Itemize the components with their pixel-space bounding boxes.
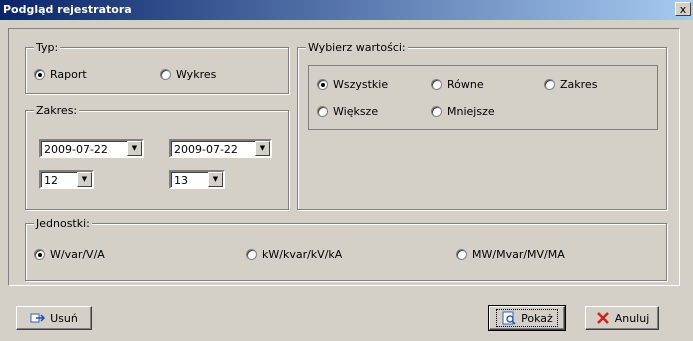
- radio-button[interactable]: [456, 249, 467, 260]
- radio-button[interactable]: [431, 79, 442, 90]
- radio-label: Wszystkie: [333, 78, 389, 91]
- radio-button[interactable]: [246, 249, 257, 260]
- arrow-icon: [30, 311, 46, 325]
- radio-label: Równe: [447, 78, 484, 91]
- chevron-down-icon[interactable]: ▼: [127, 141, 142, 156]
- radio-mniejsze[interactable]: Mniejsze: [431, 105, 495, 118]
- date-from-value: 2009-07-22: [44, 143, 108, 156]
- radio-label: Mniejsze: [447, 105, 495, 118]
- hour-to-value: 13: [174, 174, 188, 187]
- radio-label: Raport: [50, 68, 87, 81]
- chevron-down-icon[interactable]: ▼: [255, 141, 270, 156]
- radio-label: Większe: [333, 105, 379, 118]
- chevron-down-icon[interactable]: ▼: [208, 172, 223, 187]
- x-icon: [595, 311, 611, 325]
- radio-label: W/var/V/A: [50, 248, 105, 261]
- radio-zakres[interactable]: Zakres: [544, 78, 597, 91]
- chevron-down-icon[interactable]: ▼: [77, 172, 92, 187]
- date-to-value: 2009-07-22: [174, 143, 238, 156]
- radio-raport[interactable]: Raport: [34, 68, 87, 81]
- radio-label: kW/kvar/kV/kA: [262, 248, 343, 261]
- radio-button[interactable]: [34, 69, 45, 80]
- wybierz-inner: Wszystkie Równe Zakres Większe Mniejsze: [308, 65, 658, 130]
- cancel-button[interactable]: Anuluj: [585, 306, 659, 330]
- radio-kw[interactable]: kW/kvar/kV/kA: [246, 248, 342, 261]
- jednostki-group: Jednostki: W/var/V/A kW/kvar/kV/kA MW/Mv…: [25, 217, 667, 281]
- window-title: Podgląd rejestratora: [3, 3, 132, 16]
- cancel-label: Anuluj: [614, 311, 650, 325]
- radio-button[interactable]: [34, 249, 45, 260]
- radio-label: Zakres: [560, 78, 598, 91]
- radio-label: MW/Mvar/MV/MA: [472, 248, 565, 261]
- zakres-legend: Zakres:: [34, 104, 80, 117]
- radio-rowne[interactable]: Równe: [431, 78, 484, 91]
- show-button[interactable]: Pokaż: [488, 305, 566, 331]
- radio-mw[interactable]: MW/Mvar/MV/MA: [456, 248, 565, 261]
- radio-wykres[interactable]: Wykres: [160, 68, 216, 81]
- delete-button[interactable]: Usuń: [16, 306, 92, 330]
- delete-label: Usuń: [50, 311, 78, 325]
- date-from-combo[interactable]: 2009-07-22 ▼: [39, 139, 144, 158]
- close-button[interactable]: x: [675, 2, 691, 16]
- radio-label: Wykres: [176, 68, 217, 81]
- radio-button[interactable]: [431, 106, 442, 117]
- main-panel: Typ: Raport Wykres Zakres: 2009-07-22 ▼ …: [8, 28, 680, 286]
- radio-wszystkie[interactable]: Wszystkie: [317, 78, 388, 91]
- radio-wieksze[interactable]: Większe: [317, 105, 378, 118]
- typ-group: Typ: Raport Wykres: [25, 41, 289, 94]
- hour-from-combo[interactable]: 12 ▼: [39, 170, 94, 189]
- radio-button[interactable]: [317, 106, 328, 117]
- radio-button[interactable]: [544, 79, 555, 90]
- hour-from-value: 12: [44, 174, 58, 187]
- radio-button[interactable]: [317, 79, 328, 90]
- radio-button[interactable]: [160, 69, 171, 80]
- wybierz-legend: Wybierz wartości:: [306, 41, 408, 54]
- show-label: Pokaż: [521, 311, 553, 325]
- jednostki-legend: Jednostki:: [34, 217, 92, 230]
- wybierz-group: Wybierz wartości: Wszystkie Równe Zakres…: [297, 41, 667, 210]
- hour-to-combo[interactable]: 13 ▼: [169, 170, 225, 189]
- zakres-group: Zakres: 2009-07-22 ▼ 2009-07-22 ▼ 12 ▼ 1…: [25, 104, 289, 210]
- close-icon: x: [679, 3, 687, 16]
- radio-w[interactable]: W/var/V/A: [34, 248, 105, 261]
- chart-icon: [501, 311, 517, 325]
- date-to-combo[interactable]: 2009-07-22 ▼: [169, 139, 272, 158]
- show-focus: Pokaż: [496, 309, 558, 327]
- typ-legend: Typ:: [34, 41, 61, 54]
- title-bar: Podgląd rejestratora x: [0, 0, 693, 20]
